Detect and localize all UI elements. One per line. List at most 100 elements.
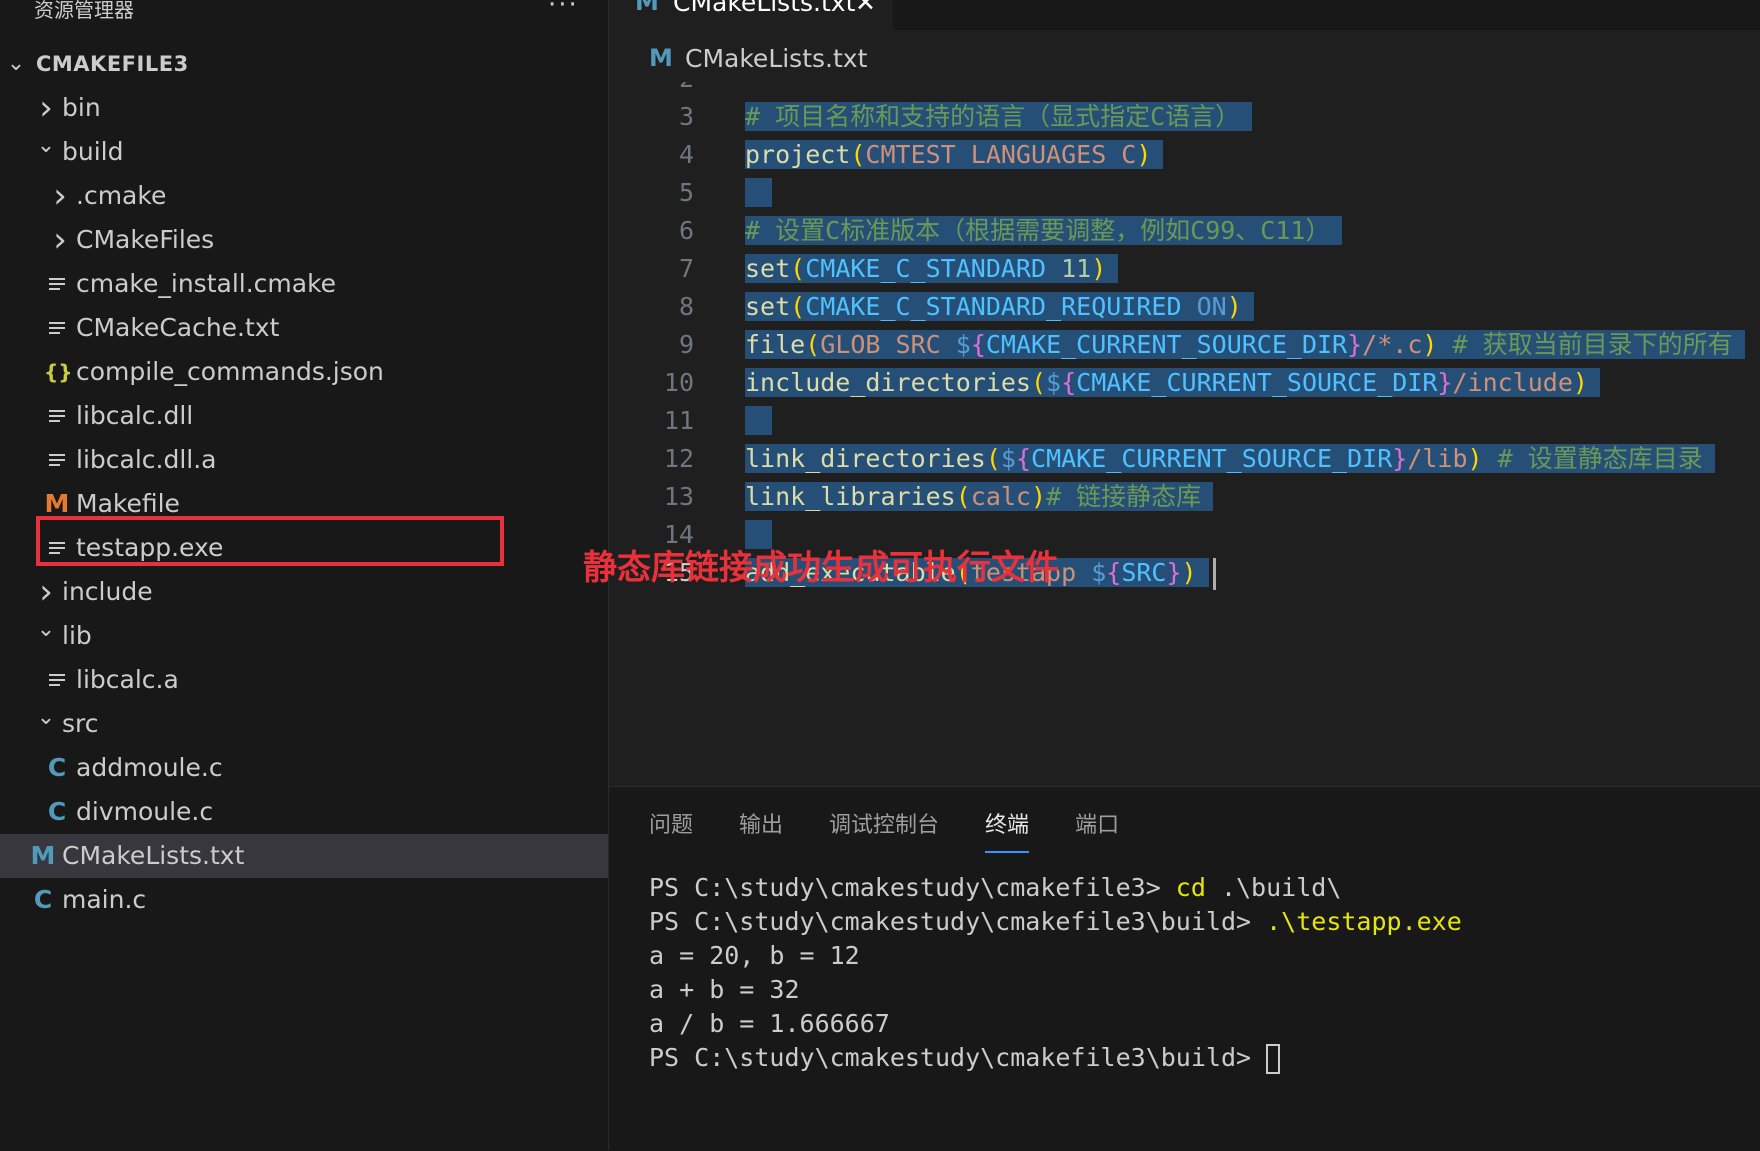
terminal-line: a / b = 1.666667: [649, 1007, 1462, 1041]
line-content: set(CMAKE_C_STANDARD_REQUIRED ON): [745, 288, 1254, 326]
line-content: file(GLOB SRC ${CMAKE_CURRENT_SOURCE_DIR…: [745, 326, 1745, 364]
code-token: (: [985, 444, 1001, 473]
tree-item[interactable]: Cmain.c: [0, 878, 608, 922]
selection-highlight: # 设置C标准版本（根据需要调整，例如C99、C11）: [745, 216, 1343, 245]
code-token: CMAKE_C_STANDARD_REQUIRED: [805, 292, 1182, 321]
tree-item[interactable]: {} compile_commands.json: [0, 350, 608, 394]
code-token: set: [745, 292, 791, 321]
tree-item[interactable]: ⌄ src: [0, 702, 608, 746]
tree-item[interactable]: libcalc.a: [0, 658, 608, 702]
tree-item-label: lib: [62, 621, 92, 650]
more-actions-icon[interactable]: ···: [548, 0, 579, 20]
tree-item[interactable]: cmake_install.cmake: [0, 262, 608, 306]
highlight-box: [36, 516, 504, 566]
tree-item[interactable]: M CMakeLists.txt: [0, 834, 608, 878]
code-token: CMAKE_CURRENT_SOURCE_DIR: [985, 330, 1348, 359]
breadcrumb-file[interactable]: CMakeLists.txt: [685, 44, 867, 73]
line-number: 9: [678, 330, 694, 359]
code-token: # 设置C标准版本（根据需要调整，例如C99、C11）: [745, 216, 1331, 245]
line-number: 4: [678, 140, 694, 169]
terminal-line: PS C:\study\cmakestudy\cmakefile3\build>…: [649, 905, 1462, 939]
tree-item[interactable]: › .cmake: [0, 174, 608, 218]
tab-title: CMakeLists.txt: [673, 0, 856, 17]
tree-item[interactable]: › bin: [0, 86, 608, 130]
line-content: project(CMTEST LANGUAGES C): [745, 136, 1164, 174]
code-token: ): [1467, 444, 1483, 473]
code-token: ): [1226, 292, 1242, 321]
tree-root[interactable]: ⌄ CMAKEFILE3: [0, 42, 608, 86]
chevron-right-icon: ›: [53, 176, 67, 216]
tree-item[interactable]: libcalc.dll.a: [0, 438, 608, 482]
code-line: 10 include_directories(${CMAKE_CURRENT_SO…: [609, 364, 1760, 402]
panel-tab[interactable]: 终端: [985, 801, 1030, 853]
cmake-file-icon: M: [649, 44, 673, 72]
line-content: link_directories(${CMAKE_CURRENT_SOURCE_…: [745, 440, 1715, 478]
terminal-text: a + b = 32: [649, 975, 800, 1004]
selection-highlight: [745, 178, 773, 207]
tab-cmakelists[interactable]: M CMakeLists.txt ✕: [609, 0, 893, 30]
chevron-down-icon: ⌄: [6, 51, 26, 76]
terminal-line: a + b = 32: [649, 973, 1462, 1007]
tree-item[interactable]: Caddmoule.c: [0, 746, 608, 790]
chevron-down-icon: ⌄: [36, 705, 56, 730]
tree-item[interactable]: libcalc.dll: [0, 394, 608, 438]
tree-item[interactable]: Cdivmoule.c: [0, 790, 608, 834]
code-editor[interactable]: 23# 项目名称和支持的语言（显式指定C语言） 4 project(CMTEST L…: [609, 82, 1760, 742]
code-token: # 项目名称和支持的语言（显式指定C语言）: [745, 102, 1241, 131]
tree-item-label: main.c: [62, 885, 147, 914]
cmake-file-icon: M: [30, 841, 56, 870]
panel-tab[interactable]: 问题: [649, 801, 693, 851]
line-number: 11: [663, 406, 694, 435]
terminal-cursor: [1266, 1044, 1281, 1074]
code-token: (: [790, 254, 806, 283]
code-token: calc: [970, 482, 1031, 511]
code-token: CMAKE_CURRENT_SOURCE_DIR: [1031, 444, 1393, 473]
code-token: CMAKE_CURRENT_SOURCE_DIR: [1076, 368, 1438, 397]
panel-tab[interactable]: 端口: [1075, 801, 1119, 851]
code-line: 2: [609, 82, 1760, 98]
tree-item-label: include: [62, 577, 153, 606]
tree-item-label: divmoule.c: [76, 797, 214, 826]
code-token: (: [955, 482, 971, 511]
line-number: 13: [663, 482, 694, 511]
code-line: 11: [609, 402, 1760, 440]
tree-item-label: libcalc.a: [76, 665, 179, 694]
tree-item[interactable]: CMakeCache.txt: [0, 306, 608, 350]
line-content: [745, 174, 773, 212]
tree-item[interactable]: › CMakeFiles: [0, 218, 608, 262]
code-token: ON: [1196, 292, 1227, 321]
tree-item[interactable]: › include: [0, 570, 608, 614]
tree-item[interactable]: ⌄ build: [0, 130, 608, 174]
tree-item-label: CMakeLists.txt: [62, 841, 245, 870]
panel-tab[interactable]: 调试控制台: [829, 801, 939, 851]
terminal-line: a = 20, b = 12: [649, 939, 1462, 973]
tree-item[interactable]: ⌄ lib: [0, 614, 608, 658]
tree-item-label: addmoule.c: [76, 753, 223, 782]
code-line: 3 # 项目名称和支持的语言（显式指定C语言）: [609, 98, 1760, 136]
selection-highlight: set(CMAKE_C_STANDARD 11): [745, 254, 1119, 283]
selection-highlight: # 项目名称和支持的语言（显式指定C语言）: [745, 102, 1253, 131]
tree-item-label: build: [62, 137, 124, 166]
tree-item-label: .cmake: [76, 181, 167, 210]
code-token: CMAKE_C_STANDARD: [805, 254, 1047, 283]
code-token: (: [1030, 368, 1047, 397]
editor-tab-bar: M CMakeLists.txt ✕: [609, 0, 1760, 30]
panel-tab[interactable]: 输出: [739, 801, 783, 851]
line-number: 10: [663, 368, 694, 397]
c-file-icon: C: [33, 885, 53, 914]
code-token: $: [955, 330, 971, 359]
code-line: 9 file(GLOB SRC ${CMAKE_CURRENT_SOURCE_DI…: [609, 326, 1760, 364]
code-token: # 设置静态库目录: [1497, 444, 1703, 473]
terminal[interactable]: PS C:\study\cmakestudy\cmakefile3> cd .\…: [649, 871, 1462, 1075]
terminal-line: PS C:\study\cmakestudy\cmakefile3\build>: [649, 1041, 1462, 1075]
code-token: }: [1347, 330, 1363, 359]
line-content: set(CMAKE_C_STANDARD 11): [745, 250, 1119, 288]
code-line: 7 set(CMAKE_C_STANDARD 11): [609, 250, 1760, 288]
line-content: [745, 402, 773, 440]
close-icon[interactable]: ✕: [855, 0, 876, 17]
code-token: file: [745, 330, 806, 359]
code-token: (: [805, 330, 821, 359]
